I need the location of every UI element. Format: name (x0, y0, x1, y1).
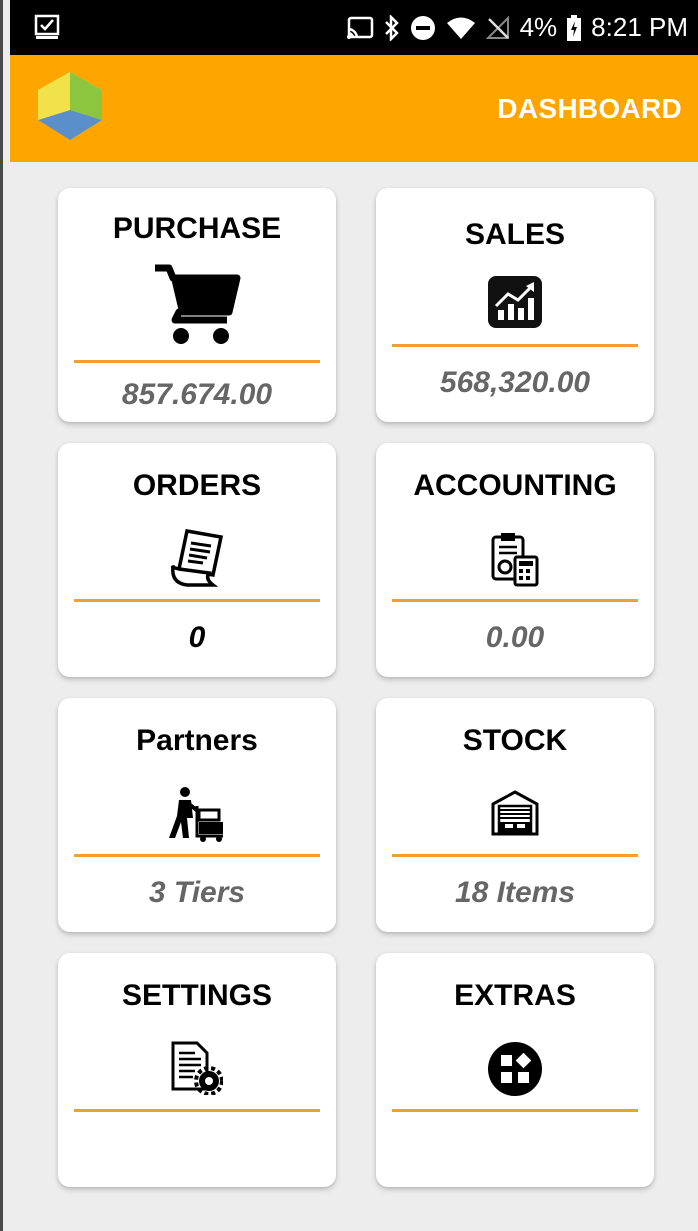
card-title: ACCOUNTING (413, 469, 617, 502)
status-bar: 4% 8:21 PM (10, 0, 698, 55)
card-settings[interactable]: SETTINGS (58, 953, 336, 1187)
delivery-worker-icon (169, 786, 225, 847)
card-divider (392, 854, 638, 857)
warehouse-icon (491, 790, 539, 841)
card-divider (392, 599, 638, 602)
shopping-cart-icon (153, 262, 241, 351)
card-divider (74, 1109, 320, 1112)
card-divider (74, 854, 320, 857)
card-accounting[interactable]: ACCOUNTING 0.00 (376, 443, 654, 677)
card-divider (74, 360, 320, 363)
card-title: SETTINGS (121, 979, 272, 1012)
dashboard-grid: PURCHASE 857.674.00 SALES 568,320.00 ORD… (10, 162, 698, 1231)
battery-percent: 4% (519, 12, 558, 42)
do-not-disturb-icon (410, 15, 436, 41)
card-partners[interactable]: Partners 3 Tiers (58, 698, 336, 932)
card-title: EXTRAS (454, 979, 576, 1012)
card-value: 3 Tiers (148, 876, 246, 909)
card-value: 568,320.00 (439, 366, 591, 399)
receipt-icon (169, 528, 225, 592)
sales-chart-icon (488, 276, 542, 333)
extras-grid-icon (487, 1041, 543, 1102)
card-title: PURCHASE (112, 212, 282, 245)
card-value: 0.00 (485, 621, 545, 654)
card-title: STOCK (462, 724, 568, 757)
bluetooth-icon (384, 14, 400, 41)
card-value: 0 (188, 621, 206, 654)
checkbox-notification-icon (34, 14, 60, 40)
card-title: SALES (464, 218, 566, 251)
status-icons: 4% 8:21 PM (346, 0, 688, 55)
settings-document-icon (171, 1041, 224, 1100)
wifi-icon (446, 16, 476, 40)
card-divider (74, 599, 320, 602)
device-frame (0, 0, 10, 1231)
card-purchase[interactable]: PURCHASE 857.674.00 (58, 188, 336, 422)
page-title: DASHBOARD (497, 93, 682, 124)
card-title: ORDERS (132, 469, 262, 502)
cast-icon (346, 16, 374, 40)
card-value: 857.674.00 (121, 378, 273, 411)
card-divider (392, 344, 638, 347)
card-divider (392, 1109, 638, 1112)
card-orders[interactable]: ORDERS 0 (58, 443, 336, 677)
card-value: 18 Items (454, 876, 576, 909)
no-signal-icon (485, 15, 510, 40)
card-title: Partners (136, 724, 258, 757)
accounting-calculator-icon (491, 531, 539, 592)
screen: 4% 8:21 PM DASHBOARD PURCHASE 857.674.00… (0, 0, 698, 1231)
card-stock[interactable]: STOCK 18 Items (376, 698, 654, 932)
app-bar: DASHBOARD (10, 55, 698, 162)
app-logo-icon[interactable] (32, 68, 108, 144)
card-sales[interactable]: SALES 568,320.00 (376, 188, 654, 422)
battery-charging-icon (567, 14, 582, 41)
clock: 8:21 PM (591, 12, 688, 42)
card-extras[interactable]: EXTRAS (376, 953, 654, 1187)
